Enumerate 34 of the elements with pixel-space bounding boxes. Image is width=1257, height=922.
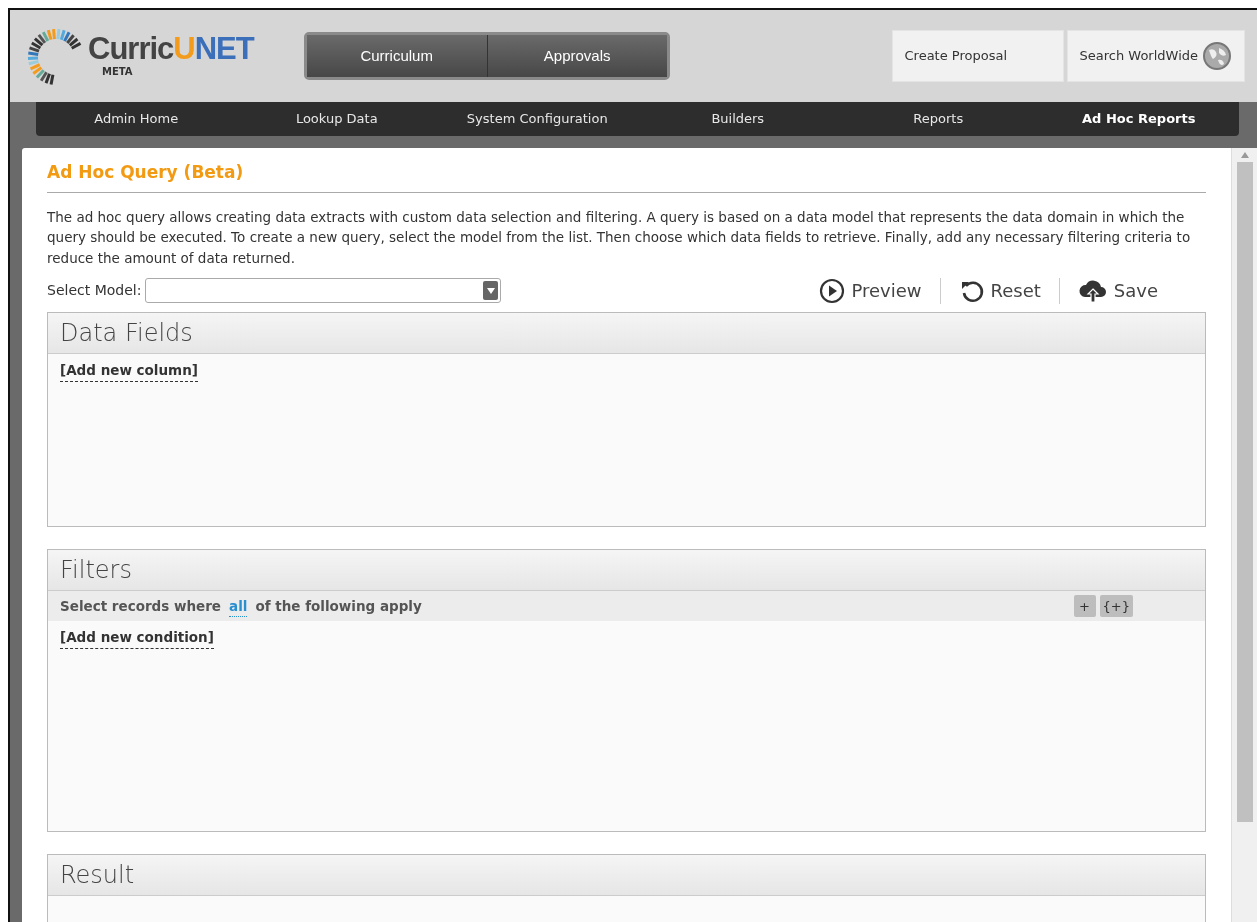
- section-header: Filters: [48, 550, 1205, 592]
- nav-item[interactable]: Ad Hoc Reports: [1038, 102, 1239, 136]
- filter-rule-text: of the following apply: [255, 597, 422, 617]
- globe-icon: [1202, 41, 1232, 71]
- select-model-label: Select Model:: [47, 281, 142, 301]
- toolbar-button[interactable]: Save: [1059, 277, 1176, 305]
- header-button[interactable]: Search WorldWide: [1066, 30, 1245, 82]
- scrollbar[interactable]: [1231, 148, 1257, 922]
- logo-subtitle: META: [102, 65, 134, 79]
- header-button[interactable]: Create Proposal: [891, 30, 1064, 82]
- main-tab[interactable]: Curriculum: [306, 35, 487, 77]
- toolbar-button[interactable]: Reset: [940, 277, 1059, 305]
- add-filter-button[interactable]: +: [1073, 595, 1096, 618]
- filter-rule-text: Select records where: [60, 597, 222, 617]
- section-header: Result: [48, 855, 1205, 897]
- nav-item[interactable]: Lookup Data: [236, 102, 437, 136]
- description-text: The ad hoc query allows creating data extracts with custom data selection and filtering. A query is based on a data model that represents the data domain in which the query should be executed. To create a new query, select the model from the list. Then choose which data fields to retrieve. Finally, add any necessary filtering criteria to reduce the amount of data returned.: [47, 207, 1192, 269]
- nav-item[interactable]: System Configuration: [437, 102, 638, 136]
- nav-item[interactable]: Reports: [838, 102, 1039, 136]
- scroll-up-arrow-icon[interactable]: [1240, 152, 1249, 158]
- section-header: Data Fields: [48, 313, 1205, 355]
- play-icon: [819, 277, 846, 304]
- main-tab[interactable]: Approvals: [486, 35, 667, 77]
- add-condition-link[interactable]: [Add new condition]: [60, 627, 214, 649]
- scroll-thumb[interactable]: [1236, 162, 1253, 822]
- page-title: Ad Hoc Query (Beta): [47, 160, 1206, 193]
- model-dropdown[interactable]: [145, 278, 502, 304]
- add-column-link[interactable]: [Add new column]: [60, 360, 198, 382]
- caret-icon: [486, 287, 495, 294]
- logo-text: CurricUNET: [88, 33, 254, 64]
- nav-item[interactable]: Admin Home: [36, 102, 237, 136]
- nav-item[interactable]: Builders: [637, 102, 838, 136]
- add-filter-button[interactable]: {+}: [1099, 595, 1133, 618]
- toolbar-button[interactable]: Preview: [801, 277, 940, 305]
